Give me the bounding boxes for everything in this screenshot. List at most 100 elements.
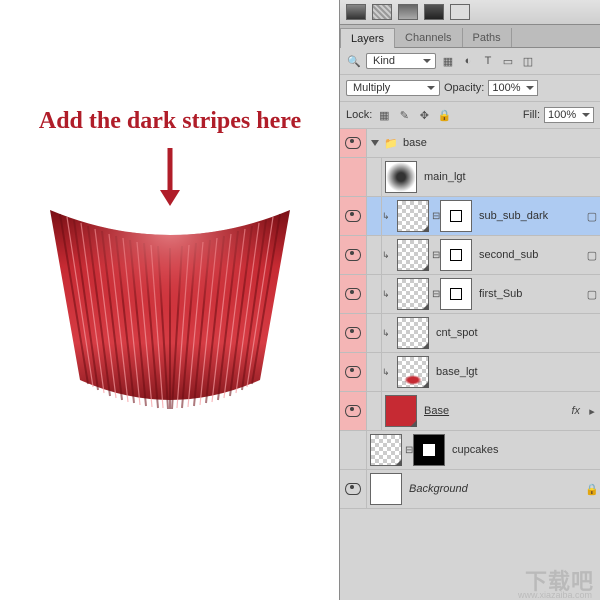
visibility-toggle[interactable] (340, 470, 367, 508)
advanced-blend-icon[interactable]: ▢ (584, 288, 600, 301)
lock-icon: 🔒 (584, 483, 600, 496)
layer-mask-thumbnail[interactable] (413, 434, 445, 466)
visibility-toggle[interactable] (340, 431, 367, 469)
layer-row[interactable]: Background 🔒 (340, 470, 600, 509)
lock-transparent-icon[interactable]: ▦ (376, 108, 392, 122)
clip-indicator-icon: ↳ (382, 367, 392, 378)
link-icon[interactable]: ⊟ (405, 445, 413, 456)
tab-paths[interactable]: Paths (463, 28, 512, 47)
filter-pixel-icon[interactable]: ▦ (440, 54, 456, 68)
lock-position-icon[interactable]: ✥ (416, 108, 432, 122)
layer-name[interactable]: base (399, 137, 600, 149)
fx-badge[interactable]: fx (571, 405, 580, 417)
eye-icon (345, 249, 361, 261)
layer-thumbnail[interactable] (370, 473, 402, 505)
clip-indicator-icon: ↳ (382, 289, 392, 300)
visibility-toggle[interactable] (340, 275, 367, 313)
annotation-text: Add the dark stripes here (0, 108, 340, 135)
layer-row[interactable]: ⊟ cupcakes (340, 431, 600, 470)
layers-panel: Layers Channels Paths 🔍 Kind ▦ ◐ T ▭ ◫ M… (339, 0, 600, 600)
layer-mask-thumbnail[interactable] (440, 239, 472, 271)
advanced-blend-icon[interactable]: ▢ (584, 210, 600, 223)
layer-list: 📁 base main_lgt ↳ ⊟ sub_sub_dark ▢ ↳ ⊟ (340, 129, 600, 509)
layer-thumbnail[interactable] (397, 317, 429, 349)
preset-swatch[interactable] (398, 4, 418, 20)
visibility-toggle[interactable] (340, 236, 367, 274)
watermark-url: www.xiazaiba.com (518, 590, 592, 600)
layer-thumbnail[interactable] (370, 434, 402, 466)
visibility-toggle[interactable] (340, 197, 367, 235)
eye-icon (345, 137, 361, 149)
layer-name[interactable]: cnt_spot (432, 327, 600, 339)
filter-smart-icon[interactable]: ◫ (520, 54, 536, 68)
layer-thumbnail[interactable] (385, 161, 417, 193)
layer-row[interactable]: ↳ ⊟ first_Sub ▢ (340, 275, 600, 314)
layer-thumbnail[interactable] (397, 356, 429, 388)
link-icon[interactable]: ⊟ (432, 250, 440, 261)
tab-channels[interactable]: Channels (395, 28, 462, 47)
disclosure-triangle-icon[interactable] (371, 140, 379, 146)
eye-icon (345, 483, 361, 495)
eye-icon (345, 210, 361, 222)
canvas-area: Add the dark stripes here (0, 0, 340, 600)
preset-swatch[interactable] (450, 4, 470, 20)
layer-name[interactable]: first_Sub (475, 288, 584, 300)
search-icon: 🔍 (346, 54, 362, 68)
layer-name[interactable]: base_lgt (432, 366, 600, 378)
layer-name[interactable]: main_lgt (420, 171, 600, 183)
lock-row: Lock: ▦ ✎ ✥ 🔒 Fill: 100% (340, 102, 600, 129)
preset-swatch[interactable] (372, 4, 392, 20)
lock-all-icon[interactable]: 🔒 (436, 108, 452, 122)
link-icon[interactable]: ⊟ (432, 211, 440, 222)
layer-group-base[interactable]: 📁 base (340, 129, 600, 158)
advanced-blend-icon[interactable]: ▢ (584, 249, 600, 262)
layer-name[interactable]: sub_sub_dark (475, 210, 584, 222)
layer-row[interactable]: Base fx ▸ (340, 392, 600, 431)
eye-icon (345, 327, 361, 339)
layer-thumbnail[interactable] (385, 395, 417, 427)
filter-shape-icon[interactable]: ▭ (500, 54, 516, 68)
visibility-toggle[interactable] (340, 129, 367, 157)
layer-row[interactable]: ↳ base_lgt (340, 353, 600, 392)
fill-input[interactable]: 100% (544, 107, 594, 123)
filter-type-icon[interactable]: T (480, 54, 496, 68)
annotation-arrow-icon (155, 148, 185, 208)
visibility-toggle[interactable] (340, 392, 367, 430)
layer-name[interactable]: Background (405, 483, 584, 495)
clip-indicator-icon: ↳ (382, 328, 392, 339)
blend-mode-select[interactable]: Multiply (346, 80, 440, 96)
opacity-input[interactable]: 100% (488, 80, 538, 96)
visibility-toggle[interactable] (340, 353, 367, 391)
layer-name[interactable]: second_sub (475, 249, 584, 261)
chevron-right-icon[interactable]: ▸ (584, 405, 600, 418)
link-icon[interactable]: ⊟ (432, 289, 440, 300)
visibility-toggle[interactable] (340, 314, 367, 352)
folder-icon: 📁 (383, 136, 399, 150)
layer-mask-thumbnail[interactable] (440, 200, 472, 232)
layer-row[interactable]: main_lgt (340, 158, 600, 197)
filter-kind-select[interactable]: Kind (366, 53, 436, 69)
layer-thumbnail[interactable] (397, 239, 429, 271)
clip-indicator-icon: ↳ (382, 211, 392, 222)
fill-label: Fill: (523, 109, 540, 121)
visibility-toggle[interactable] (340, 158, 367, 196)
eye-icon (345, 405, 361, 417)
layer-thumbnail[interactable] (397, 200, 429, 232)
lock-label: Lock: (346, 109, 372, 121)
layer-thumbnail[interactable] (397, 278, 429, 310)
preset-swatch[interactable] (346, 4, 366, 20)
opacity-label: Opacity: (444, 82, 484, 94)
layer-mask-thumbnail[interactable] (440, 278, 472, 310)
eye-icon (345, 366, 361, 378)
layer-name[interactable]: cupcakes (448, 444, 600, 456)
layer-row[interactable]: ↳ ⊟ second_sub ▢ (340, 236, 600, 275)
tab-layers[interactable]: Layers (340, 28, 395, 48)
filter-adjust-icon[interactable]: ◐ (460, 54, 476, 68)
lock-image-icon[interactable]: ✎ (396, 108, 412, 122)
panel-icon-row (340, 0, 600, 25)
preset-swatch[interactable] (424, 4, 444, 20)
panel-tabs: Layers Channels Paths (340, 25, 600, 48)
layer-row[interactable]: ↳ ⊟ sub_sub_dark ▢ (340, 197, 600, 236)
layer-row[interactable]: ↳ cnt_spot (340, 314, 600, 353)
layer-name[interactable]: Base (420, 405, 571, 417)
